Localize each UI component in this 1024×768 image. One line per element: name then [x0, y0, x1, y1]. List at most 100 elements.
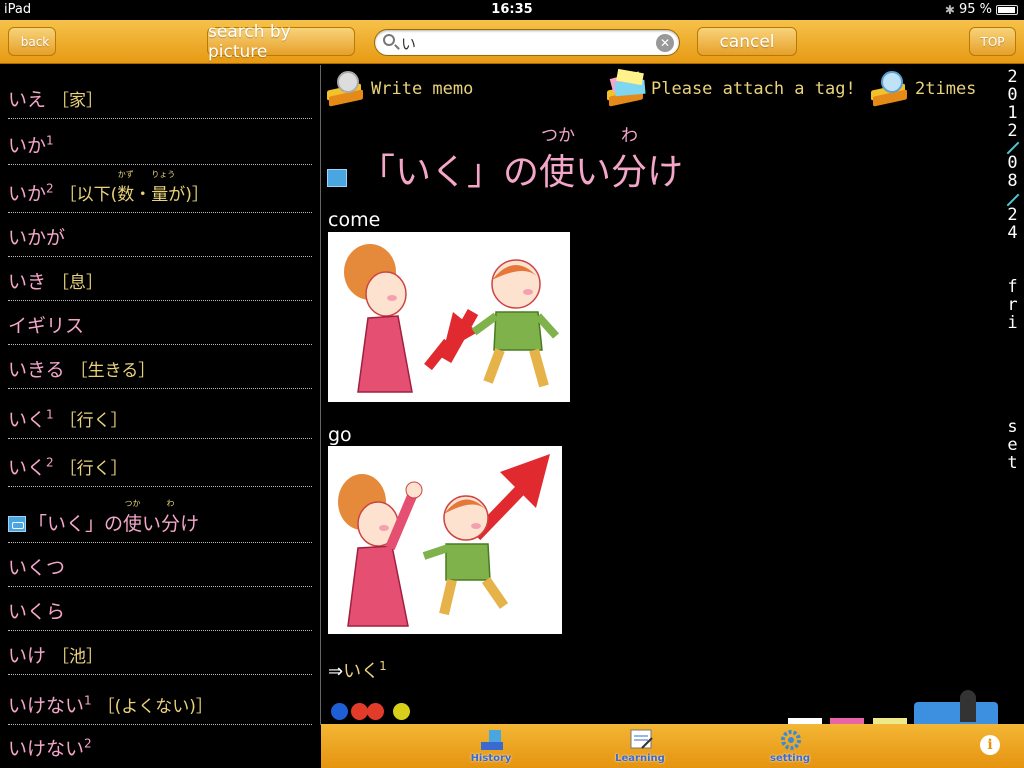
tab-learning[interactable]: Learning — [610, 726, 670, 766]
list-item[interactable]: いけ ［池］ — [8, 631, 312, 675]
clear-icon[interactable]: ✕ — [656, 34, 674, 52]
entry-title-text: 分 — [611, 152, 648, 193]
cross-reference-link[interactable]: ⇒いく1 — [328, 657, 387, 683]
marker-dot-red[interactable] — [367, 703, 384, 720]
list-item[interactable]: いくら — [8, 587, 312, 631]
list-item-word: い — [142, 513, 162, 535]
entry-title-text: 使 — [539, 152, 576, 193]
list-item[interactable]: いえ ［家］ — [8, 75, 312, 119]
list-item-sup: 2 — [46, 455, 54, 470]
search-icon — [383, 34, 395, 46]
back-button[interactable]: back — [8, 27, 56, 56]
learning-icon — [630, 729, 653, 749]
list-item-kanji: ［行く］ — [59, 459, 128, 479]
cross-reference-sup: 1 — [379, 659, 387, 673]
list-item-word: け — [180, 513, 200, 535]
entry-title-text: 「いく」の — [359, 152, 540, 193]
go-illustration — [328, 446, 562, 634]
date-char: 2 — [1007, 121, 1018, 141]
list-item-word: いか — [8, 135, 47, 157]
tab-setting[interactable]: setting — [760, 726, 820, 766]
list-item[interactable]: いきる ［生きる］ — [8, 345, 312, 389]
list-item-sup: 2 — [46, 181, 54, 196]
list-item-sup: 1 — [84, 693, 92, 708]
list-item[interactable]: いけない1 ［(よくない)］ — [8, 677, 312, 725]
marker-dot-blue[interactable] — [331, 703, 348, 720]
word-list[interactable]: いえ ［家］ いか1 いか2 ［以下(かず 数・ りょう 量が)］ いかが いき ［息］ イ… — [0, 65, 320, 768]
battery-icon — [996, 4, 1018, 15]
list-item-word: いけない — [8, 695, 85, 717]
status-clock: 16:35 — [491, 2, 533, 17]
list-item-word: いか — [8, 183, 47, 205]
list-item[interactable]: いく1 ［行く］ — [8, 391, 312, 439]
date-char: 0 — [1007, 153, 1018, 173]
list-item-kanji: ・ — [134, 185, 152, 205]
list-item-ruby: かず — [117, 170, 134, 179]
detail-pane: Write memo Please attach a tag! 2times 「… — [321, 65, 1001, 724]
come-illustration-image — [328, 232, 570, 402]
toolbar: back search by picture ✕ cancel TOP — [0, 20, 1024, 64]
lookup-count[interactable]: 2times — [869, 69, 976, 109]
list-item-kanji: 量 — [151, 185, 169, 205]
list-item-word: 分 — [161, 513, 181, 535]
date-char: e — [1007, 435, 1018, 455]
list-item[interactable]: いけない2 — [8, 725, 312, 767]
list-item-sup: 1 — [46, 133, 54, 148]
list-item-word: イギリス — [8, 315, 85, 337]
list-item-kanji: 数 — [117, 185, 135, 205]
list-item-kanji: ［以下( — [59, 185, 118, 205]
search-input[interactable] — [401, 33, 651, 53]
lookup-count-label: 2times — [915, 79, 977, 99]
list-item-word: いきる — [8, 359, 65, 381]
list-item[interactable]: いくつ — [8, 543, 312, 587]
cancel-button[interactable]: cancel — [697, 27, 797, 56]
search-box[interactable]: ✕ — [374, 29, 680, 56]
cross-reference-word: いく — [343, 661, 380, 682]
list-item[interactable]: いく2 ［行く］ — [8, 439, 312, 487]
list-item-word: いけない — [8, 738, 85, 760]
usage-note-icon — [8, 516, 26, 532]
sense-label-come: come — [328, 209, 381, 231]
list-item-ruby: つか — [124, 499, 141, 508]
list-item-word: いかが — [8, 227, 66, 249]
list-item-kanji: ［行く］ — [59, 411, 128, 431]
list-item-ruby: りょう — [151, 170, 176, 179]
list-item-kanji: ［(よくない)］ — [97, 697, 213, 717]
list-item[interactable]: いか1 — [8, 121, 312, 165]
search-by-picture-button[interactable]: search by picture — [207, 22, 355, 62]
date-char: 8 — [1007, 171, 1018, 191]
list-item[interactable]: いか2 ［以下(かず 数・ りょう 量が)］ — [8, 165, 312, 213]
entry-title: 「いく」の つか 使いわ分け — [327, 126, 683, 195]
attach-tag-button[interactable]: Please attach a tag! — [605, 68, 856, 109]
battery-level — [998, 6, 1015, 13]
tab-history[interactable]: History — [461, 726, 521, 766]
list-item[interactable]: イギリス — [8, 301, 312, 345]
sense-label-go: go — [328, 424, 352, 446]
write-memo-button[interactable]: Write memo — [325, 69, 473, 109]
lookup-book-icon — [869, 69, 911, 109]
write-memo-label: Write memo — [371, 79, 474, 99]
top-button[interactable]: TOP — [969, 27, 1016, 56]
date-char: 4 — [1007, 223, 1018, 243]
list-item[interactable]: いかが — [8, 213, 312, 257]
date-char: r — [1007, 295, 1018, 315]
date-char: 0 — [1007, 85, 1018, 105]
gear-icon — [781, 730, 801, 750]
list-item[interactable]: いき ［息］ — [8, 257, 312, 301]
memo-book-icon — [325, 69, 367, 109]
status-bar: iPad 16:35 ✱ 95 % — [0, 0, 1024, 20]
date-char: 2 — [1007, 67, 1018, 87]
marker-dot-red[interactable] — [351, 703, 368, 720]
date-char: s — [1007, 417, 1018, 437]
come-illustration — [328, 232, 570, 402]
list-item-selected[interactable]: 「いく」の つか 使いわ分け — [8, 487, 312, 543]
list-item-word: いく — [8, 457, 47, 479]
folder-icon[interactable] — [914, 702, 998, 724]
list-item-ruby: わ — [166, 499, 175, 508]
info-icon[interactable]: i — [980, 735, 1000, 755]
pen-icon[interactable] — [960, 690, 976, 722]
bluetooth-icon: ✱ — [944, 2, 955, 17]
date-char: t — [1007, 453, 1018, 473]
marker-dot-yellow[interactable] — [393, 703, 410, 720]
list-item-word: いくつ — [8, 557, 66, 579]
